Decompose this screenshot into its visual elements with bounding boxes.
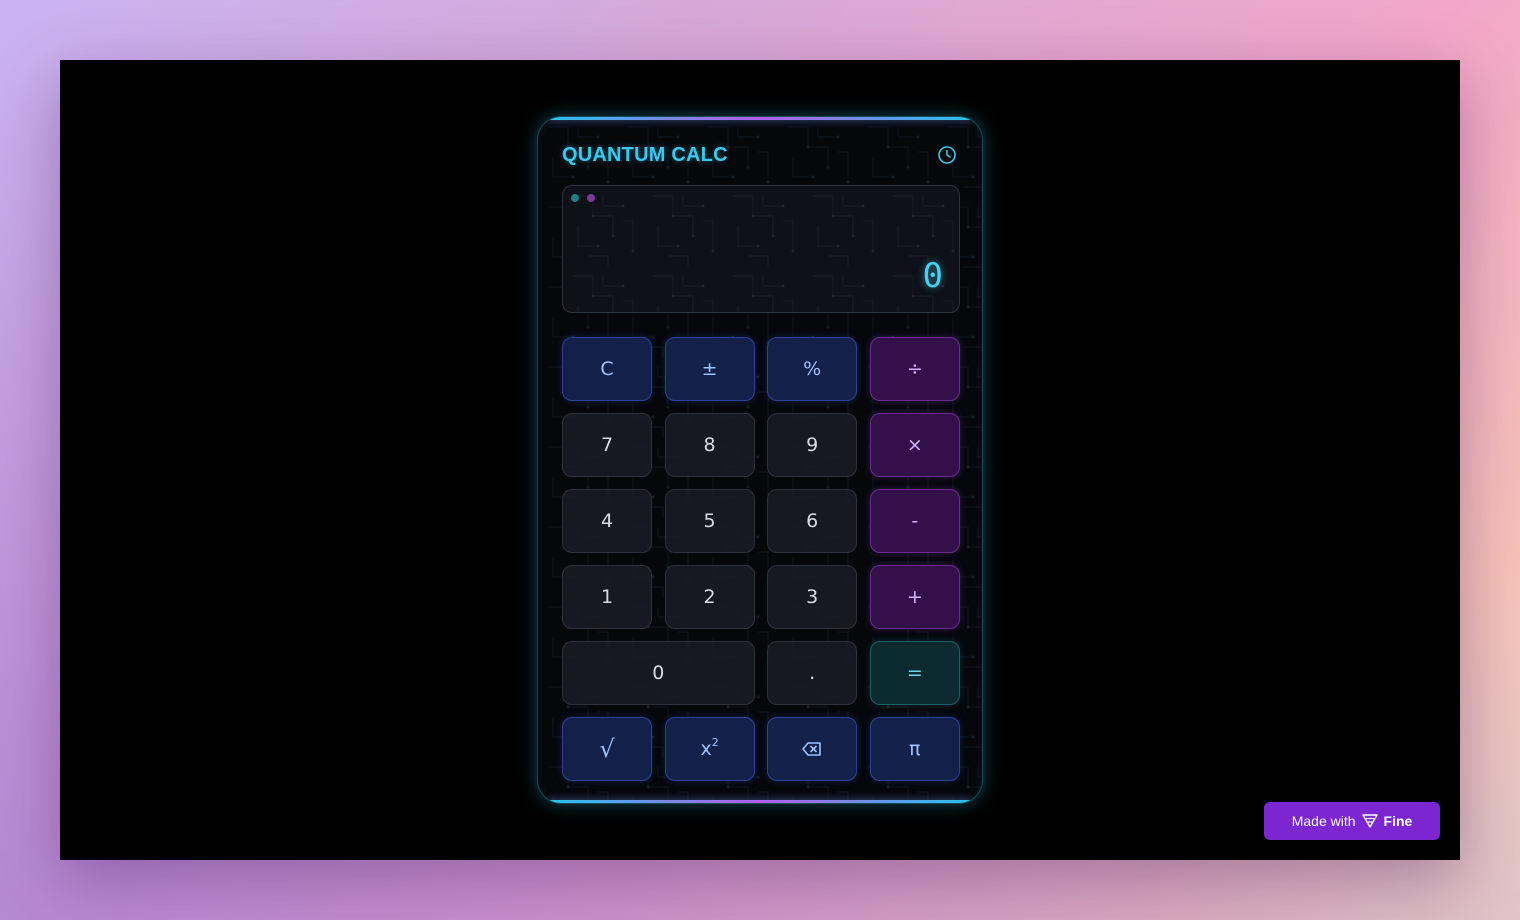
percent-button[interactable]: % bbox=[767, 337, 858, 401]
fine-logo-icon bbox=[1361, 814, 1378, 828]
app-window: QUANTUM CALC 0 C ± % ÷ 7 8 9 × 4 5 6 - 1… bbox=[60, 60, 1460, 860]
square-exponent: 2 bbox=[711, 735, 719, 749]
divide-button[interactable]: ÷ bbox=[869, 337, 960, 401]
pi-button[interactable]: π bbox=[869, 717, 960, 781]
digit-4-button[interactable]: 4 bbox=[562, 489, 652, 553]
digit-1-button[interactable]: 1 bbox=[562, 565, 652, 629]
equals-button[interactable]: = bbox=[869, 641, 960, 705]
keypad: C ± % ÷ 7 8 9 × 4 5 6 - 1 2 3 + 0 . = √ … bbox=[562, 337, 960, 781]
bottom-glow-bar bbox=[548, 800, 972, 803]
sqrt-button[interactable]: √ bbox=[562, 717, 652, 781]
badge-brand: Fine bbox=[1383, 813, 1413, 829]
status-indicators bbox=[571, 194, 595, 202]
display-circuit-pattern bbox=[563, 186, 959, 312]
backspace-button[interactable] bbox=[767, 717, 858, 781]
purple-indicator-dot bbox=[587, 194, 595, 202]
display-value: 0 bbox=[922, 256, 943, 296]
digit-9-button[interactable]: 9 bbox=[767, 413, 858, 477]
square-base: x bbox=[700, 738, 712, 760]
multiply-button[interactable]: × bbox=[869, 413, 960, 477]
backspace-icon bbox=[802, 742, 821, 756]
display-screen: 0 bbox=[562, 185, 960, 313]
digit-7-button[interactable]: 7 bbox=[562, 413, 652, 477]
sqrt-symbol: √ bbox=[599, 735, 615, 763]
calculator-panel: QUANTUM CALC 0 C ± % ÷ 7 8 9 × 4 5 6 - 1… bbox=[537, 116, 983, 804]
history-button[interactable] bbox=[936, 144, 958, 166]
digit-3-button[interactable]: 3 bbox=[767, 565, 858, 629]
clock-icon bbox=[938, 146, 956, 164]
made-with-fine-badge[interactable]: Made with Fine bbox=[1264, 802, 1440, 840]
plus-button[interactable]: + bbox=[869, 565, 960, 629]
badge-prefix: Made with bbox=[1291, 813, 1356, 829]
calculator-header: QUANTUM CALC bbox=[562, 143, 958, 167]
digit-6-button[interactable]: 6 bbox=[767, 489, 858, 553]
digit-5-button[interactable]: 5 bbox=[664, 489, 755, 553]
digit-8-button[interactable]: 8 bbox=[664, 413, 755, 477]
decimal-button[interactable]: . bbox=[767, 641, 858, 705]
clear-button[interactable]: C bbox=[562, 337, 652, 401]
teal-indicator-dot bbox=[571, 194, 579, 202]
digit-0-button[interactable]: 0 bbox=[562, 641, 755, 705]
digit-2-button[interactable]: 2 bbox=[664, 565, 755, 629]
top-glow-bar bbox=[548, 117, 972, 120]
square-button[interactable]: x2 bbox=[664, 717, 755, 781]
app-title: QUANTUM CALC bbox=[562, 143, 728, 166]
plus-minus-button[interactable]: ± bbox=[664, 337, 755, 401]
minus-button[interactable]: - bbox=[869, 489, 960, 553]
